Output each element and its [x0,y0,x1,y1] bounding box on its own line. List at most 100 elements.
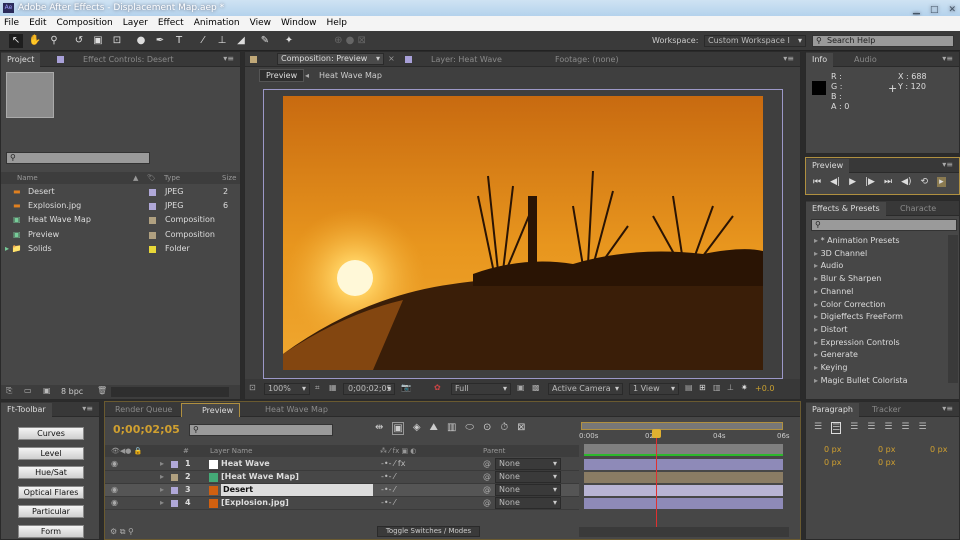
frame-blending-icon[interactable]: ▥ [447,422,456,435]
tab-character[interactable]: Characte [894,202,942,216]
last-frame-icon[interactable]: ⏭ [884,177,892,187]
flowchart-icon[interactable]: ⊥ [727,383,734,392]
exposure-icon[interactable]: ✷ [741,383,748,392]
workspace-dropdown[interactable]: Custom Workspace I [704,35,806,47]
first-frame-icon[interactable]: ⏮ [813,177,821,187]
work-area-navigator[interactable] [581,422,783,430]
ft-button-curves[interactable]: Curves [18,427,84,440]
project-item[interactable]: ▣ Preview Composition [1,228,240,242]
layer-row[interactable]: ◉ ▸ 3 Desert -•- ⁄ @ None [105,484,579,497]
live-update-icon[interactable]: ▣ [392,422,404,435]
switches-icons[interactable]: -•- ⁄ [381,497,395,509]
tab-tracker[interactable]: Tracker [866,403,907,417]
effects-search-input[interactable] [811,219,957,231]
fast-previews-icon[interactable]: ⊞ [699,383,706,392]
indent-first-value[interactable]: 0 px [878,445,895,454]
bpc-label[interactable]: 8 bpc [61,387,83,396]
hide-shy-layers-icon[interactable]: ⛰ [430,422,438,435]
work-area-bar[interactable] [584,444,783,456]
label-color-swatch[interactable] [149,231,156,239]
layer-label-swatch[interactable] [171,474,178,481]
type-tool-icon[interactable]: T [172,34,186,48]
ft-button-particular[interactable]: Particular [18,505,84,518]
region-of-interest-icon[interactable]: ▣ [517,383,525,392]
effect-category[interactable]: 3D Channel [814,248,944,261]
layer-duration-bar[interactable] [584,472,783,483]
zoom-tool-icon[interactable]: ⚲ [47,34,61,48]
panel-menu-icon[interactable]: ▾≡ [223,54,234,63]
label-color-swatch[interactable] [149,203,156,211]
tab-paragraph[interactable]: Paragraph [806,403,859,417]
expand-arrow-icon[interactable]: ▸ [160,497,164,509]
safe-zones-icon[interactable]: ⌗ [315,383,320,393]
layer-label-swatch[interactable] [171,487,178,494]
next-frame-icon[interactable]: |▶ [865,177,875,187]
composition-viewer-image[interactable] [283,96,763,370]
effect-category[interactable]: Digieffects FreeForm [814,311,944,324]
channel-icon[interactable]: ✿ [434,383,441,392]
always-preview-icon[interactable]: ⊡ [249,383,256,392]
layer-label-swatch[interactable] [171,461,178,468]
timeline-zoom-slider[interactable] [579,527,789,537]
draft-3d-icon[interactable]: ◈ [413,422,421,435]
project-item[interactable]: ▸ 📁 Solids Folder [1,242,240,256]
tab-composition-preview[interactable]: Composition: Preview [277,53,384,65]
effect-category[interactable]: Keying [814,362,944,375]
menu-help[interactable]: Help [326,16,347,31]
ft-button-hue-sat[interactable]: Hue/Sat [18,466,84,479]
layer-row[interactable]: ◉ ▸ 1 Heat Wave -•- ⁄ fx @ None [105,458,579,471]
layer-duration-bar[interactable] [584,498,783,509]
align-center-icon[interactable]: ☰ [831,422,842,434]
tab-ft-toolbar[interactable]: Ft-Toolbar [1,403,52,417]
visibility-eye-icon[interactable]: ◉ [111,458,118,470]
previous-frame-icon[interactable]: ◀| [830,177,840,187]
effect-category[interactable]: Blur & Sharpen [814,273,944,286]
parent-dropdown[interactable]: None [495,497,561,509]
resolution-dropdown[interactable]: Full [451,383,511,395]
tab-render-queue[interactable]: Render Queue [109,403,178,417]
justify-center-icon[interactable]: ☰ [884,422,892,434]
parent-dropdown[interactable]: None [495,484,561,496]
brainstorm-icon[interactable]: ⊙ [483,422,491,435]
auto-keyframe-icon[interactable]: ⏱ [500,422,508,435]
trash-icon[interactable]: 🗑 [97,386,107,395]
pixel-aspect-icon[interactable]: ▤ [685,383,693,392]
timeline-footer-icons[interactable]: ⚙ ⧉ ⚲ [110,527,134,537]
pickwhip-icon[interactable]: @ [483,471,491,483]
motion-blur-icon[interactable]: ⬭ [465,422,474,435]
menu-composition[interactable]: Composition [57,16,113,31]
pickwhip-icon[interactable]: @ [483,484,491,496]
camera-dropdown[interactable]: Active Camera [548,383,623,395]
parent-dropdown[interactable]: None [495,471,561,483]
indent-left-value[interactable]: 0 px [824,445,841,454]
col-layer-name[interactable]: Layer Name [210,445,252,457]
expand-arrow-icon[interactable]: ▸ [160,458,164,470]
justify-left-icon[interactable]: ☰ [867,422,875,434]
camera-tool-icon[interactable]: ▣ [91,34,105,48]
layer-label-swatch[interactable] [171,500,178,507]
justify-all-icon[interactable]: ☰ [918,422,926,434]
horizontal-scrollbar[interactable] [111,387,229,397]
menu-file[interactable]: File [4,16,19,31]
layer-name[interactable]: [Explosion.jpg] [221,497,289,509]
expand-arrow-icon[interactable]: ▸ [160,471,164,483]
view-layout-dropdown[interactable]: 1 View [629,383,679,395]
roto-brush-tool-icon[interactable]: ✎ [258,34,272,48]
col-name[interactable]: Name [17,172,38,184]
layer-name[interactable]: Heat Wave [221,458,270,470]
puppet-tool-icon[interactable]: ✦ [282,34,296,48]
timecode-display[interactable]: 0;00;02;05 [343,383,395,395]
tab-info[interactable]: Info [806,53,834,67]
tab-effect-controls[interactable]: Effect Controls: Desert [77,53,180,67]
tab-effects-presets[interactable]: Effects & Presets [806,202,886,216]
switches-icons[interactable]: -•- ⁄ [381,484,395,496]
effect-category[interactable]: Audio [814,260,944,273]
new-folder-icon[interactable]: ▭ [24,386,32,395]
switches-icons[interactable]: -•- ⁄ fx [381,458,405,470]
label-color-swatch[interactable] [149,245,156,253]
layer-name[interactable]: [Heat Wave Map] [221,471,299,483]
ram-preview-icon[interactable]: ▸ [937,177,946,187]
col-size[interactable]: Size [222,172,236,184]
effects-scrollbar[interactable] [948,235,958,383]
panel-menu-icon[interactable]: ▾≡ [942,54,953,63]
